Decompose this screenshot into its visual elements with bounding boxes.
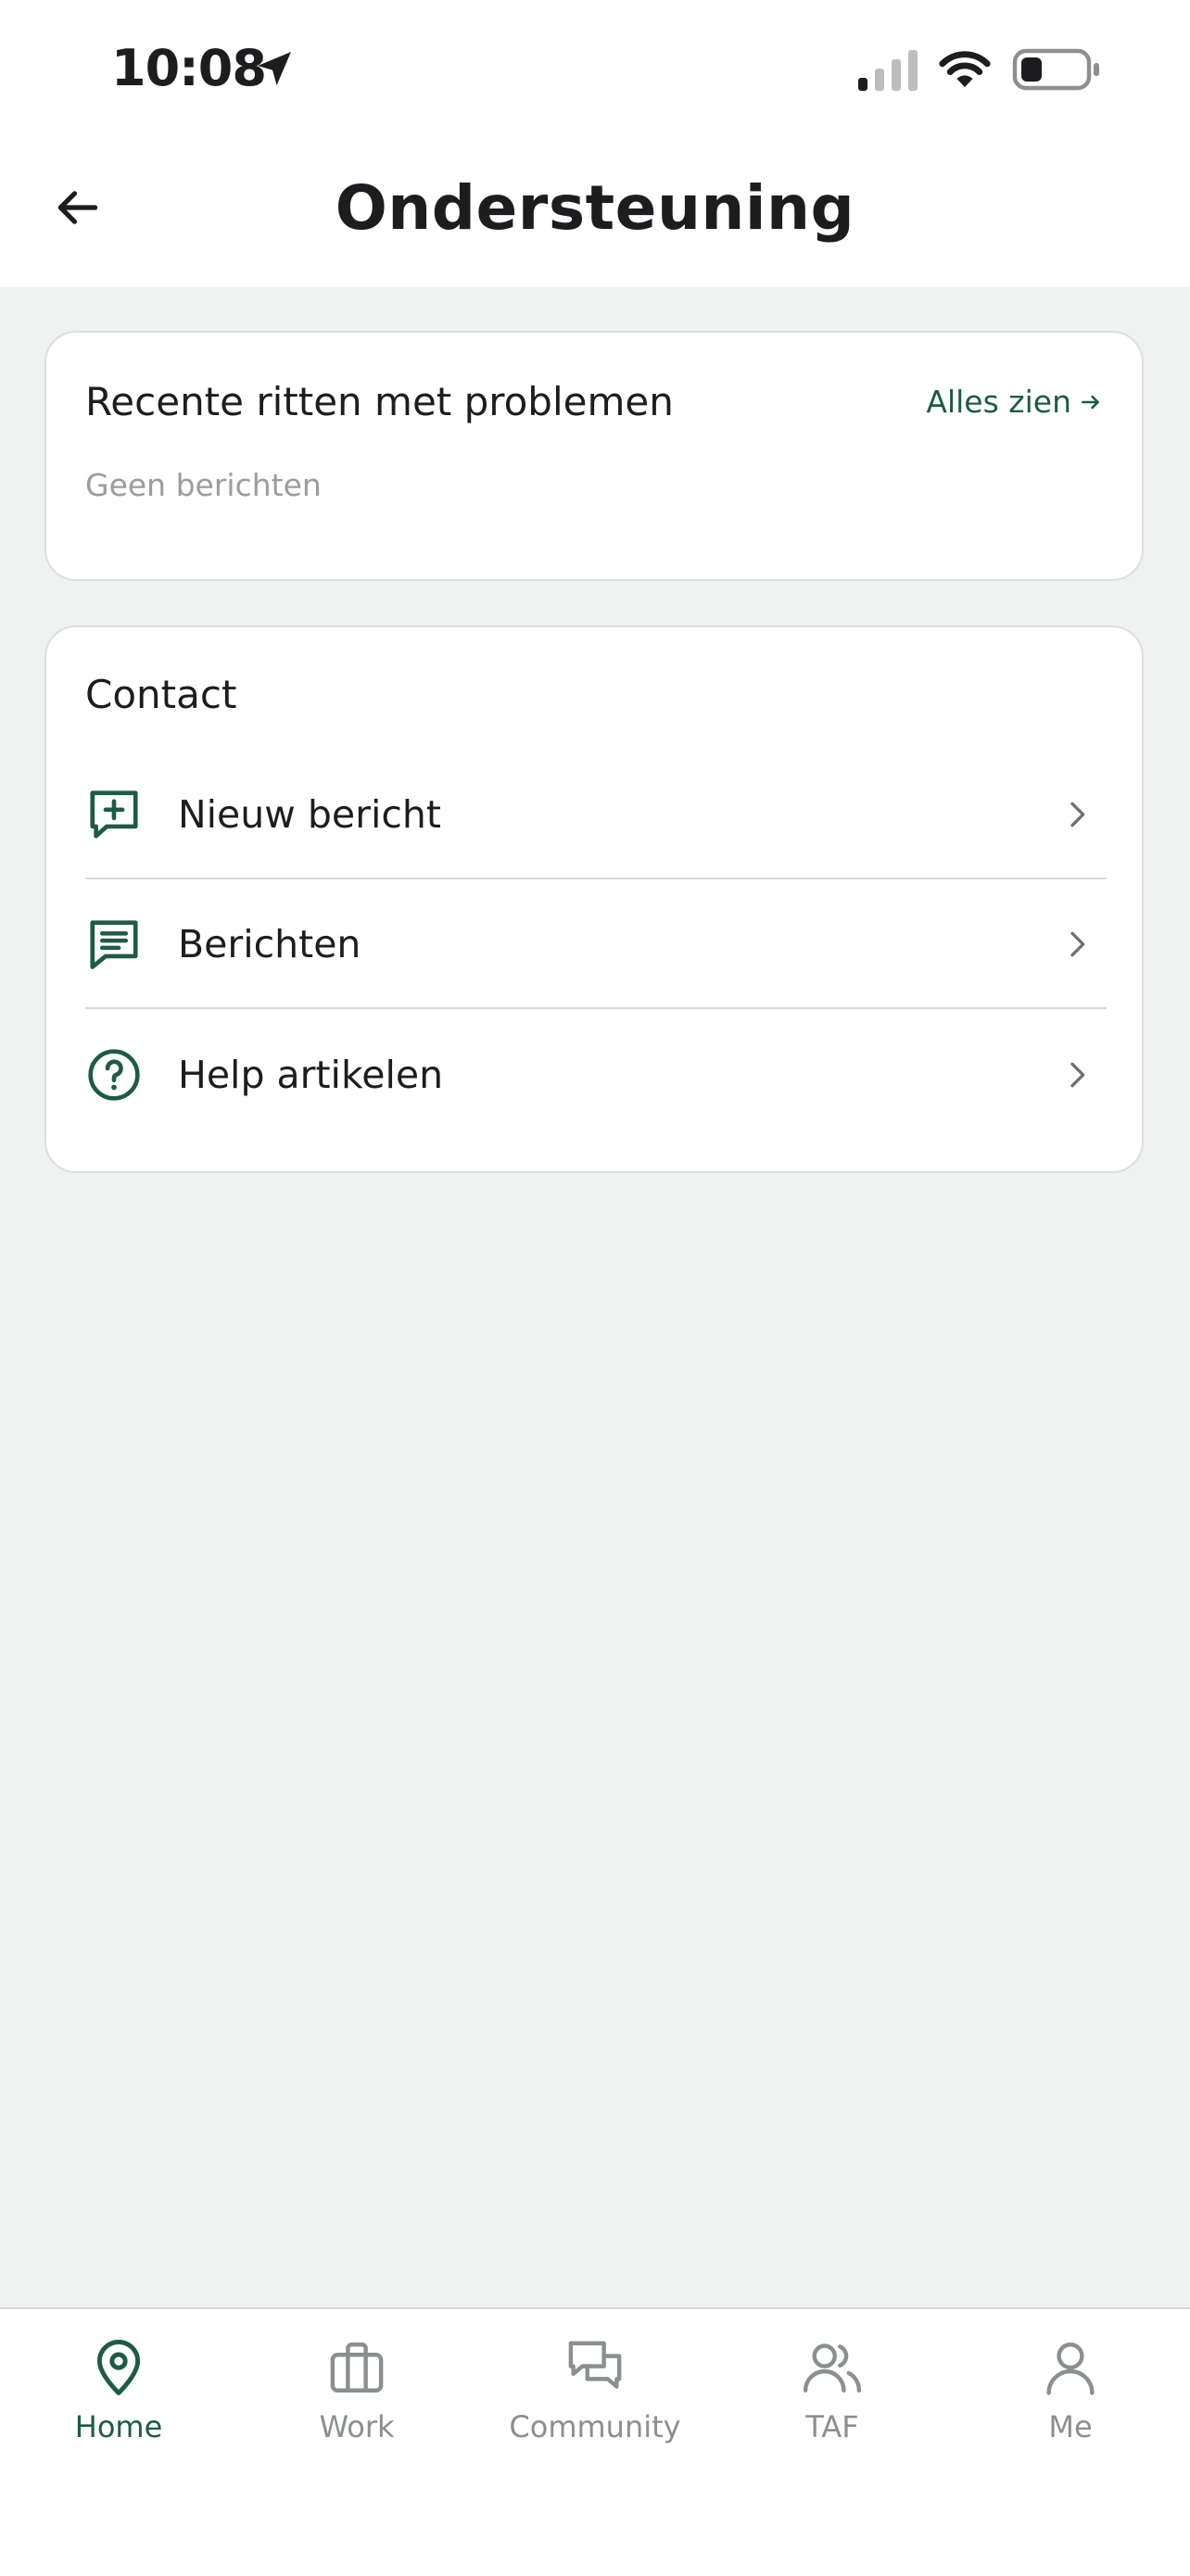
chevron-right-icon xyxy=(1070,931,1085,957)
tab-community-label: Community xyxy=(509,2409,681,2444)
battery-icon xyxy=(1012,48,1099,91)
users-icon xyxy=(803,2343,862,2393)
status-bar: 10:08 xyxy=(0,0,1190,139)
location-arrow-icon xyxy=(258,52,291,85)
chat-bubbles-icon xyxy=(568,2341,622,2389)
map-pin-icon xyxy=(96,2340,141,2395)
tab-taf[interactable]: TAF xyxy=(730,2337,934,2476)
tab-me[interactable]: Me xyxy=(968,2337,1172,2476)
empty-state-text: Geen berichten xyxy=(85,467,322,503)
question-circle-icon xyxy=(88,1049,140,1101)
help-articles-label: Help artikelen xyxy=(178,1053,444,1097)
tab-home-label: Home xyxy=(74,2409,163,2444)
tab-taf-label: TAF xyxy=(805,2409,859,2444)
contact-card: Contact Nieuw bericht Berichten Help art… xyxy=(44,625,1144,1173)
contact-title: Contact xyxy=(85,672,237,717)
new-message-row[interactable]: Nieuw bericht xyxy=(85,751,1107,879)
tab-work-label: Work xyxy=(319,2409,395,2444)
messages-row[interactable]: Berichten xyxy=(85,881,1107,1009)
chevron-right-icon xyxy=(1070,1062,1085,1088)
recent-issues-title: Recente ritten met problemen xyxy=(85,379,674,424)
nav-bar: Ondersteuning xyxy=(0,139,1190,287)
tab-home[interactable]: Home xyxy=(17,2337,221,2476)
message-lines-icon xyxy=(90,920,138,969)
briefcase-icon xyxy=(330,2342,384,2393)
tab-work[interactable]: Work xyxy=(255,2337,459,2476)
user-icon xyxy=(1046,2342,1095,2395)
status-time: 10:08 xyxy=(111,39,267,97)
arrow-right-icon xyxy=(1082,395,1099,409)
see-all-link[interactable]: Alles zien xyxy=(926,384,1103,420)
tab-bar: Home Work Community TAF Me xyxy=(0,2307,1190,2576)
messages-label: Berichten xyxy=(178,922,361,966)
help-articles-row[interactable]: Help artikelen xyxy=(85,1011,1107,1139)
new-message-label: Nieuw bericht xyxy=(178,792,441,837)
page-title: Ondersteuning xyxy=(335,172,855,244)
recent-issues-card: Recente ritten met problemen Alles zien … xyxy=(44,331,1144,581)
tab-me-label: Me xyxy=(1048,2409,1093,2444)
see-all-label: Alles zien xyxy=(926,384,1071,420)
tab-community[interactable]: Community xyxy=(493,2337,697,2476)
message-plus-icon xyxy=(90,790,138,839)
chevron-right-icon xyxy=(1070,802,1085,827)
signal-icon xyxy=(858,50,918,91)
wifi-icon xyxy=(939,51,991,87)
